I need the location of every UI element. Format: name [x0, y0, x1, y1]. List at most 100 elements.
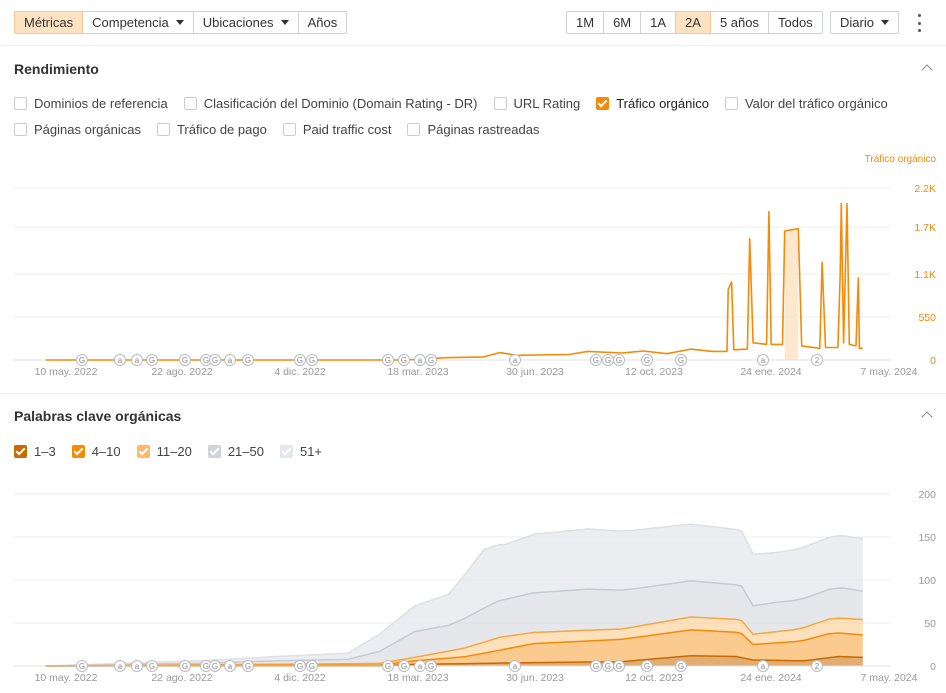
marker-letter: a: [135, 356, 140, 365]
annotation-marker-g-icon[interactable]: G: [242, 354, 254, 366]
range-2a[interactable]: 2A: [675, 11, 711, 34]
marker-letter: a: [118, 356, 123, 365]
checkbox-paid-traffic-cost[interactable]: Paid traffic cost: [282, 122, 391, 137]
range-6m[interactable]: 6M: [603, 11, 642, 34]
checkbox-21-50[interactable]: 21–50: [207, 444, 264, 459]
checkbox-trafico-de-pago[interactable]: Tráfico de pago: [156, 122, 267, 137]
checkbox-label: Clasificación del Dominio (Domain Rating…: [203, 95, 478, 111]
marker-letter: a: [513, 662, 518, 671]
checkbox-icon: [136, 444, 150, 458]
checkbox-icon: [407, 122, 421, 136]
annotation-marker-g-icon[interactable]: G: [398, 660, 410, 672]
checkbox-label: 11–20: [156, 443, 192, 459]
annotation-marker-g-icon[interactable]: G: [641, 354, 653, 366]
annotation-marker-g-icon[interactable]: G: [382, 660, 394, 672]
annotation-marker-g-icon[interactable]: G: [425, 660, 437, 672]
annotation-marker-a-icon[interactable]: a: [414, 354, 426, 366]
checkbox-11-20[interactable]: 11–20: [136, 443, 192, 459]
annotation-marker-a-icon[interactable]: a: [114, 354, 126, 366]
keywords-title: Palabras clave orgánicas: [14, 408, 182, 424]
annotation-marker-g-icon[interactable]: G: [306, 354, 318, 366]
annotation-marker-a-icon[interactable]: a: [224, 354, 236, 366]
checkbox-trafico-organico[interactable]: Tráfico orgánico: [596, 96, 709, 111]
y-tick-label: 2.2K: [914, 183, 936, 195]
annotation-marker-g-icon[interactable]: G: [675, 660, 687, 672]
annotation-marker-a-icon[interactable]: a: [509, 354, 521, 366]
checkbox-icon: [14, 444, 27, 458]
annotation-marker-g-icon[interactable]: G: [76, 660, 88, 672]
annotation-marker-g-icon[interactable]: G: [602, 660, 614, 672]
y-tick-label: 200: [918, 489, 936, 501]
annotation-marker-g-icon[interactable]: G: [641, 660, 653, 672]
annotation-marker-g-icon[interactable]: G: [425, 354, 437, 366]
y-tick-label: 550: [918, 312, 936, 324]
collapse-performance-icon[interactable]: [920, 61, 934, 75]
checkbox-label: 1–3: [34, 443, 56, 459]
marker-letter: G: [182, 662, 188, 671]
annotation-marker-g-icon[interactable]: G: [294, 354, 306, 366]
interval-dropdown[interactable]: Diario: [830, 11, 899, 34]
range-label: 1A: [650, 15, 667, 30]
tab-ubicaciones[interactable]: Ubicaciones: [192, 11, 299, 34]
checkbox-valor-del-trafico-organico[interactable]: Valor del tráfico orgánico: [724, 96, 888, 111]
annotation-marker-g-icon[interactable]: G: [242, 660, 254, 672]
checkbox-51[interactable]: 51+: [279, 444, 322, 459]
checkbox-clasificacion-del-dominio-domain-rating-dr[interactable]: Clasificación del Dominio (Domain Rating…: [183, 95, 478, 111]
checkbox-paginas-rastreadas[interactable]: Páginas rastreadas: [407, 122, 539, 137]
range-5-anos[interactable]: 5 años: [709, 11, 769, 34]
annotation-marker-g-icon[interactable]: G: [209, 660, 221, 672]
tab-metricas[interactable]: Métricas: [14, 11, 84, 34]
checkbox-url-rating[interactable]: URL Rating: [493, 96, 580, 111]
annotation-marker-g-icon[interactable]: G: [76, 354, 88, 366]
more-options-icon[interactable]: [913, 14, 925, 32]
toolbar: Métricas Competencia Ubicaciones Años 1M 6M 1…: [0, 0, 946, 46]
annotation-marker-g-icon[interactable]: G: [306, 660, 318, 672]
annotation-marker-a-icon[interactable]: a: [757, 660, 769, 672]
x-tick-label: 18 mar. 2023: [387, 366, 448, 378]
marker-letter: a: [135, 662, 140, 671]
annotation-marker-g-icon[interactable]: G: [294, 660, 306, 672]
annotation-marker-a-icon[interactable]: a: [414, 660, 426, 672]
range-1m[interactable]: 1M: [566, 11, 605, 34]
annotation-marker-a-icon[interactable]: a: [757, 354, 769, 366]
marker-letter: G: [212, 662, 218, 671]
tab-competencia[interactable]: Competencia: [82, 11, 194, 34]
interval-label: Diario: [840, 15, 874, 30]
annotation-marker-a-icon[interactable]: a: [224, 660, 236, 672]
checkbox-paginas-organicas[interactable]: Páginas orgánicas: [14, 122, 141, 137]
annotation-marker-g-icon[interactable]: G: [398, 354, 410, 366]
marker-letter: G: [297, 356, 303, 365]
collapse-keywords-icon[interactable]: [920, 408, 934, 422]
annotation-marker-g-icon[interactable]: G: [613, 354, 625, 366]
tab-anos[interactable]: Años: [297, 11, 348, 34]
checkbox-1-3[interactable]: 1–3: [14, 444, 56, 459]
y-tick-label: 100: [918, 575, 936, 587]
checkbox-icon: [207, 444, 221, 458]
checkbox-icon: [596, 96, 610, 110]
annotation-marker-g-icon[interactable]: G: [590, 660, 602, 672]
annotation-marker-g-icon[interactable]: G: [209, 354, 221, 366]
checkbox-dominios-de-referencia[interactable]: Dominios de referencia: [14, 96, 168, 111]
annotation-marker-update-icon[interactable]: 2: [811, 354, 823, 366]
annotation-marker-g-icon[interactable]: G: [146, 660, 158, 672]
annotation-marker-a-icon[interactable]: a: [509, 660, 521, 672]
annotation-marker-g-icon[interactable]: G: [613, 660, 625, 672]
marker-letter: G: [149, 662, 155, 671]
annotation-marker-g-icon[interactable]: G: [179, 354, 191, 366]
annotation-marker-g-icon[interactable]: G: [602, 354, 614, 366]
annotation-marker-update-icon[interactable]: 2: [811, 660, 823, 672]
annotation-marker-a-icon[interactable]: a: [131, 354, 143, 366]
annotation-marker-a-icon[interactable]: a: [114, 660, 126, 672]
marker-letter: 2: [815, 356, 820, 365]
range-todos[interactable]: Todos: [767, 11, 823, 34]
marker-letter: G: [428, 662, 434, 671]
annotation-marker-g-icon[interactable]: G: [179, 660, 191, 672]
annotation-marker-g-icon[interactable]: G: [675, 354, 687, 366]
x-tick-label: 22 ago. 2022: [151, 672, 212, 684]
checkbox-4-10[interactable]: 4–10: [71, 444, 121, 459]
annotation-marker-g-icon[interactable]: G: [382, 354, 394, 366]
annotation-marker-a-icon[interactable]: a: [131, 660, 143, 672]
range-1a[interactable]: 1A: [640, 11, 677, 34]
annotation-marker-g-icon[interactable]: G: [146, 354, 158, 366]
annotation-marker-g-icon[interactable]: G: [590, 354, 602, 366]
